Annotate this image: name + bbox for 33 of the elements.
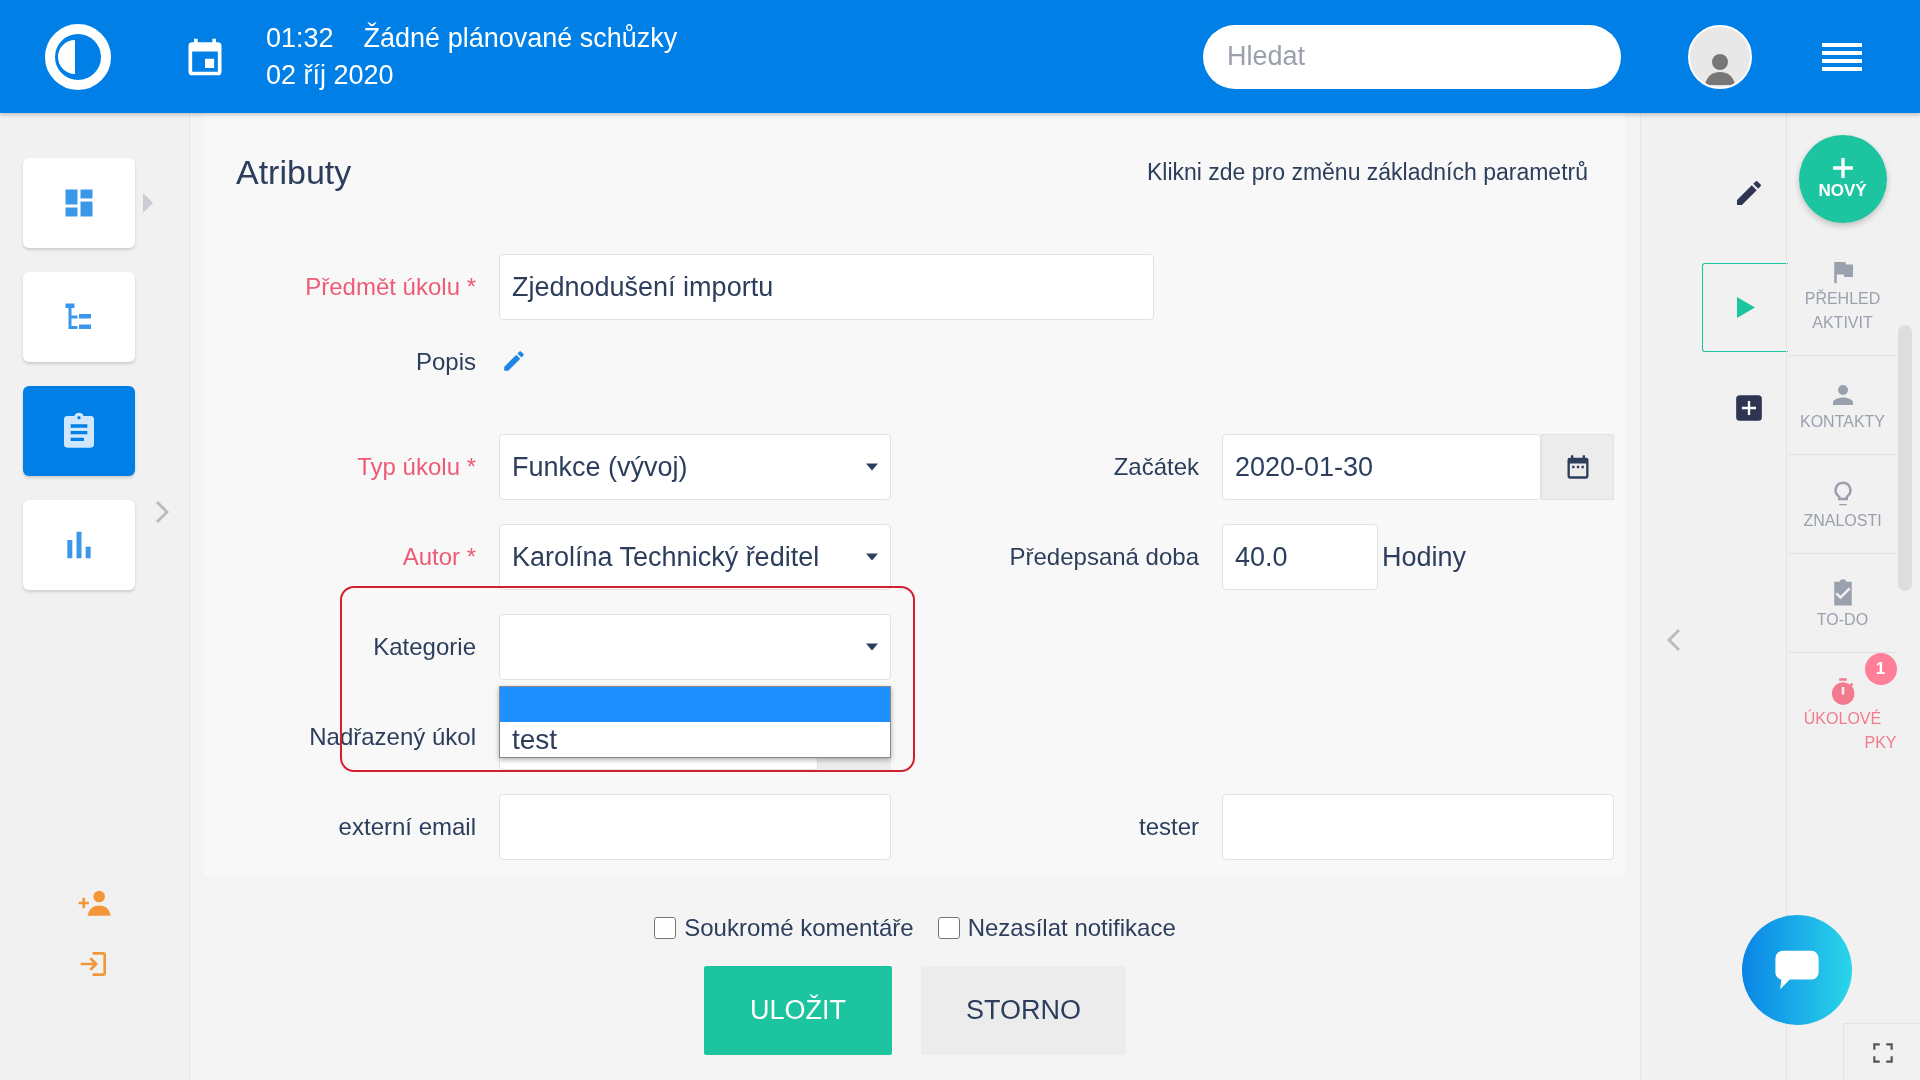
select-field[interactable]: Karolína Technický ředitel bbox=[499, 524, 891, 590]
menu-item-label: PKY bbox=[1864, 733, 1897, 753]
current-time: 01:32 bbox=[266, 22, 334, 53]
date-field[interactable]: 2020-01-30 bbox=[1222, 434, 1541, 500]
menu-item-label: TO-DO bbox=[1816, 610, 1869, 630]
menu-item-label: PŘEHLED bbox=[1804, 288, 1881, 309]
dropdown-option[interactable]: test bbox=[500, 722, 890, 757]
field-label: externí email bbox=[337, 813, 476, 841]
field-label: Popis bbox=[414, 348, 476, 377]
parameters-link[interactable]: Klikni zde pro změnu základních parametrů bbox=[1146, 159, 1588, 186]
field-label: Předepsaná doba bbox=[1008, 543, 1199, 571]
unit-label: Hodiny bbox=[1382, 541, 1467, 573]
search-field[interactable]: Hledat bbox=[1203, 24, 1621, 89]
menu-item-label: AKTIVIT bbox=[1812, 313, 1873, 333]
current-date: 02 říj 2020 bbox=[266, 59, 395, 91]
select-field[interactable]: Funkce (vývoj) bbox=[499, 434, 891, 500]
section-title: Atributy bbox=[236, 153, 352, 192]
text-field[interactable]: Zjednodušení importu bbox=[499, 254, 1154, 320]
menu-item-label: KONTAKTY bbox=[1799, 412, 1885, 432]
menu-item-label: ZNALOSTI bbox=[1803, 511, 1882, 531]
field-label: Typ úkolu * bbox=[356, 453, 476, 481]
cancel-button[interactable]: STORNO bbox=[921, 966, 1126, 1055]
meetings-status: Žádné plánované schůzky bbox=[363, 22, 678, 53]
field-label: Autor * bbox=[401, 543, 476, 571]
field-label: Předmět úkolu * bbox=[304, 273, 476, 301]
notification-badge: 1 bbox=[1864, 653, 1897, 685]
checkbox-label: Soukromé komentáře bbox=[684, 914, 914, 942]
field-label: Kategorie bbox=[372, 633, 476, 661]
field-label: Začátek bbox=[1112, 453, 1199, 481]
checkbox-label: Nezasílat notifikace bbox=[967, 914, 1176, 942]
hours-field[interactable]: 40.0 bbox=[1222, 524, 1378, 590]
field-label: tester bbox=[1137, 813, 1199, 841]
menu-item-label: ÚKOLOVÉ bbox=[1803, 708, 1882, 729]
